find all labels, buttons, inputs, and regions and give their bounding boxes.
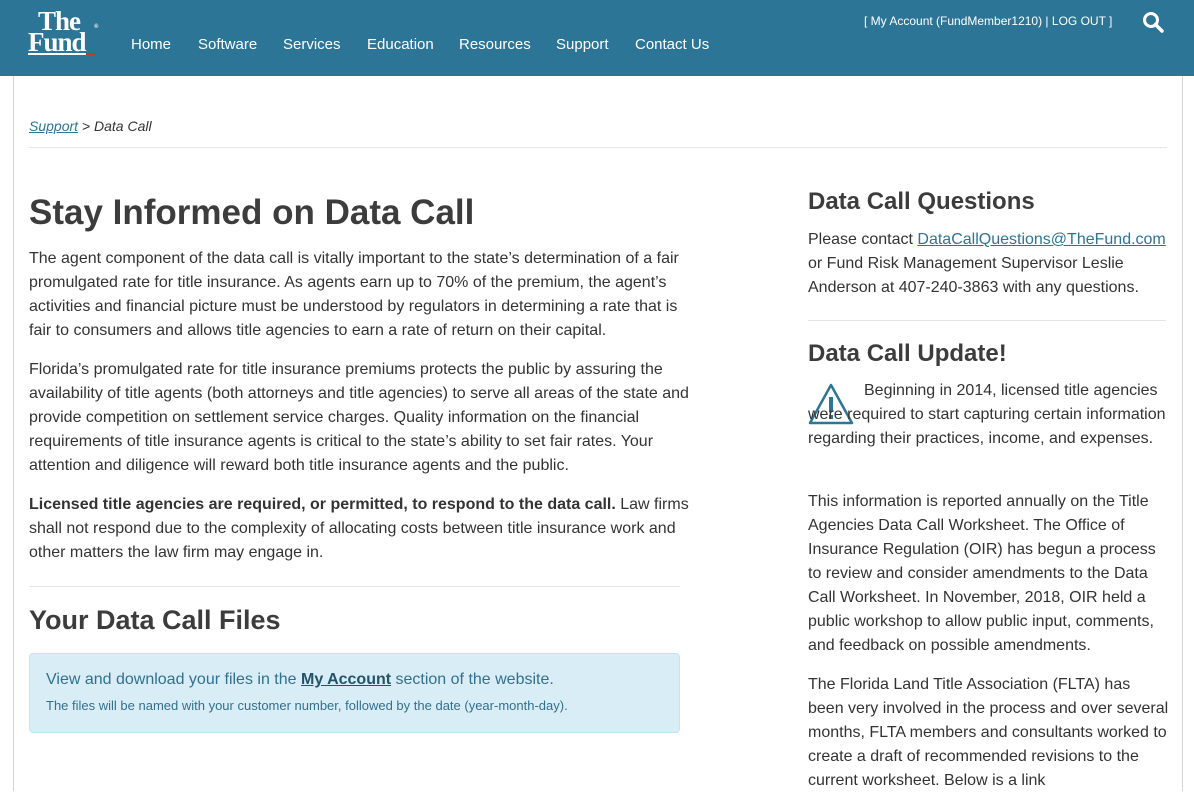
questions-pre: Please contact <box>808 231 918 248</box>
breadcrumb-support-link[interactable]: Support <box>29 118 78 134</box>
questions-post: or Fund Risk Management Supervisor Lesli… <box>808 255 1139 296</box>
update-paragraph-2: This information is reported annually on… <box>808 493 1156 654</box>
logo-underline <box>28 53 94 55</box>
breadcrumb-current: Data Call <box>94 118 152 134</box>
nav-contact-us[interactable]: Contact Us <box>635 36 709 53</box>
nav-education[interactable]: Education <box>367 36 434 53</box>
page-title: Stay Informed on Data Call <box>29 193 475 232</box>
update-paragraph-1: Beginning in 2014, licensed title agenci… <box>808 382 1166 447</box>
nav-software[interactable]: Software <box>198 36 257 53</box>
account-bracket-close: ] <box>1105 14 1113 28</box>
questions-text: Please contact DataCallQuestions@TheFund… <box>808 228 1170 300</box>
required-notice-bold: Licensed title agencies are required, or… <box>29 496 616 513</box>
the-fund-logo[interactable]: The Fund ® <box>28 6 100 57</box>
logo-red-accent <box>86 53 96 55</box>
files-section-title: Your Data Call Files <box>29 605 281 635</box>
sidebar-divider <box>808 320 1166 321</box>
account-separator: | <box>1042 14 1052 28</box>
files-info-post: section of the website. <box>391 671 554 688</box>
intro-paragraph-1: The agent component of the data call is … <box>29 250 679 339</box>
nav-support[interactable]: Support <box>556 36 609 53</box>
questions-title: Data Call Questions <box>808 188 1035 215</box>
files-naming-note: The files will be named with your custom… <box>46 698 568 713</box>
breadcrumb: Support > Data Call <box>29 118 152 134</box>
account-links: [ My Account (FundMember1210) | LOG OUT … <box>864 14 1112 28</box>
site-header: The Fund ® Home Software Services Educat… <box>0 0 1194 76</box>
nav-resources[interactable]: Resources <box>459 36 531 53</box>
files-info-line: View and download your files in the My A… <box>46 671 554 689</box>
update-paragraph-3: The Florida Land Title Association (FLTA… <box>808 676 1169 789</box>
nav-home[interactable]: Home <box>131 36 171 53</box>
logo-registered-mark: ® <box>94 24 99 30</box>
search-icon[interactable] <box>1142 11 1164 33</box>
my-account-section-link[interactable]: My Account <box>301 671 391 688</box>
section-divider <box>29 586 680 587</box>
breadcrumb-separator: > <box>78 118 95 134</box>
nav-services[interactable]: Services <box>283 36 341 53</box>
update-title: Data Call Update! <box>808 340 1007 367</box>
intro-paragraph-3: Licensed title agencies are required, or… <box>29 493 689 565</box>
files-info-pre: View and download your files in the <box>46 671 301 688</box>
my-account-link[interactable]: My Account (FundMember1210) <box>871 14 1042 28</box>
account-bracket-open: [ <box>864 14 871 28</box>
files-info-box: View and download your files in the My A… <box>29 653 680 733</box>
questions-email-link[interactable]: DataCallQuestions@TheFund.com <box>917 231 1165 248</box>
logout-link[interactable]: LOG OUT <box>1052 14 1106 28</box>
intro-paragraph-2: Florida’s promulgated rate for title ins… <box>29 361 689 474</box>
breadcrumb-divider <box>29 147 1167 148</box>
